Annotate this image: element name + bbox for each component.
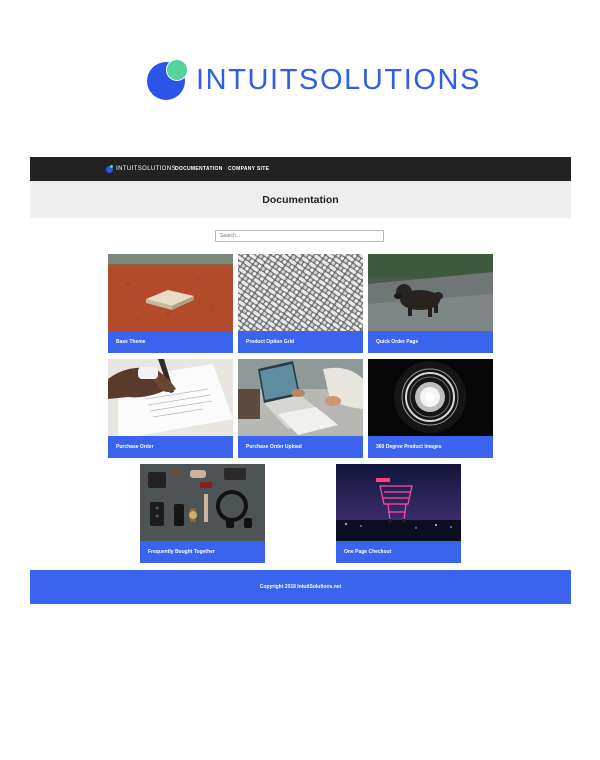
- card-title: 360 Degree Product Images: [368, 436, 493, 458]
- copyright-text: Copyright 2018 IntuitSolutions.net: [259, 584, 342, 590]
- running-dog-image: [368, 254, 493, 331]
- page-header: Documentation: [30, 181, 571, 218]
- search-input[interactable]: [215, 230, 384, 242]
- doc-card-one-page-checkout[interactable]: One Page Checkout: [336, 464, 461, 567]
- card-title: Quick Order Page: [368, 331, 493, 353]
- card-title: Product Option Grid: [238, 331, 363, 353]
- flatlay-accessories-image: [140, 464, 265, 541]
- doc-card-quick-order-page[interactable]: Quick Order Page: [368, 254, 493, 357]
- brand-logo-icon: [106, 164, 113, 173]
- card-title: One Page Checkout: [336, 541, 461, 563]
- nav-brand-label: INTUITSOLUTIONS: [116, 166, 177, 172]
- camera-lens-image: [368, 359, 493, 436]
- logo-mark-icon: [146, 58, 190, 102]
- top-navbar: INTUITSOLUTIONS DOCUMENTATION COMPANY SI…: [30, 157, 571, 181]
- baseball-base-image: [108, 254, 233, 331]
- card-title: Base Theme: [108, 331, 233, 353]
- doc-card-purchase-order[interactable]: Purchase Order: [108, 359, 233, 462]
- page-title: Documentation: [262, 193, 339, 206]
- card-title: Purchase Order: [108, 436, 233, 458]
- brand-logo: INTUITSOLUTIONS: [146, 58, 481, 102]
- nav-link-documentation[interactable]: DOCUMENTATION: [175, 157, 223, 181]
- logo-wordmark: INTUITSOLUTIONS: [196, 63, 482, 96]
- card-title: Purchase Order Upload: [238, 436, 363, 458]
- site-screenshot: INTUITSOLUTIONS DOCUMENTATION COMPANY SI…: [30, 157, 571, 604]
- nav-brand[interactable]: INTUITSOLUTIONS: [106, 157, 176, 181]
- doc-card-360-degree-product-images[interactable]: 360 Degree Product Images: [368, 359, 493, 462]
- doc-card-product-option-grid[interactable]: Product Option Grid: [238, 254, 363, 357]
- cart-at-night-image: [336, 464, 461, 541]
- site-footer: Copyright 2018 IntuitSolutions.net: [30, 570, 571, 604]
- doc-card-frequently-bought-together[interactable]: Frequently Bought Together: [140, 464, 265, 567]
- metal-mesh-image: [238, 254, 363, 331]
- signing-document-image: [108, 359, 233, 436]
- doc-card-base-theme[interactable]: Base Theme: [108, 254, 233, 357]
- doc-card-purchase-order-upload[interactable]: Purchase Order Upload: [238, 359, 363, 462]
- nav-link-company-site[interactable]: COMPANY SITE: [228, 157, 269, 181]
- laptops-desk-image: [238, 359, 363, 436]
- card-title: Frequently Bought Together: [140, 541, 265, 563]
